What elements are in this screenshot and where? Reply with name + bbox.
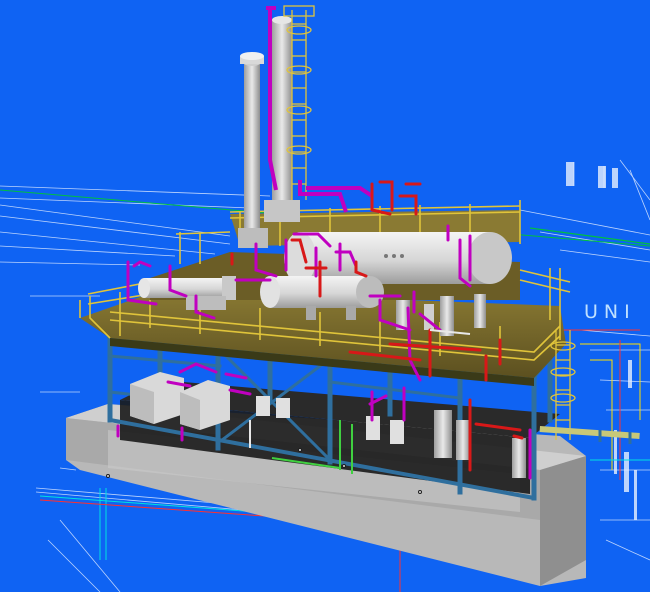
3d-model-viewport[interactable]: UNI: [0, 0, 650, 592]
drawing-label: UNI: [584, 301, 636, 323]
plant-model-scene[interactable]: UNI: [0, 0, 650, 592]
